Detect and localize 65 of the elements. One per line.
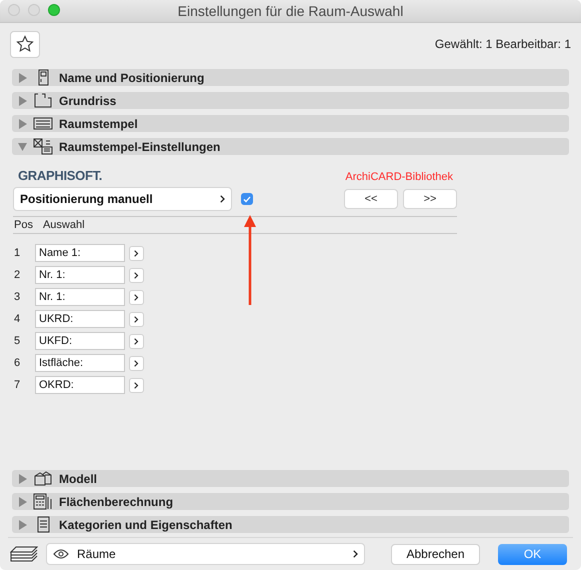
- column-header: Pos: [14, 219, 33, 231]
- position-number: 1: [13, 247, 22, 259]
- chevron-icon: [353, 550, 358, 558]
- selection-field[interactable]: Name 1:: [35, 244, 125, 262]
- layer-dropdown[interactable]: Räume: [46, 543, 365, 565]
- chevron-icon: [134, 382, 139, 388]
- chevron-icon: [134, 294, 139, 300]
- section-header[interactable]: Modell: [12, 470, 569, 487]
- select-button[interactable]: [129, 312, 144, 326]
- chevron-icon: [220, 195, 225, 203]
- expand-icon: [18, 520, 27, 530]
- layers-icon: [10, 546, 38, 562]
- selection-field[interactable]: UKFD:: [35, 332, 125, 350]
- select-button[interactable]: [129, 378, 144, 392]
- calculator-icon: [33, 493, 53, 510]
- select-button[interactable]: [129, 356, 144, 370]
- expand-icon: [18, 72, 27, 82]
- window-title: Einstellungen für die Raum-Auswahl: [178, 3, 404, 19]
- selection-field[interactable]: Nr. 1:: [35, 266, 125, 284]
- chevron-icon: [134, 272, 139, 278]
- section-header[interactable]: Flächenberechnung: [12, 493, 569, 510]
- position-number: 2: [13, 269, 22, 281]
- selection-field[interactable]: UKRD:: [35, 310, 125, 328]
- selection-field[interactable]: Nr. 1:: [35, 288, 125, 306]
- eye-icon: [53, 549, 69, 559]
- section-header[interactable]: Name und Positionierung: [12, 69, 569, 86]
- selection-field[interactable]: Istfläche:: [35, 354, 125, 372]
- positioning-dropdown[interactable]: Positionierung manuell: [13, 187, 232, 211]
- section-header[interactable]: Raumstempel: [12, 115, 569, 132]
- stamp-settings-icon: [33, 138, 53, 155]
- expand-icon: [18, 474, 27, 484]
- position-number: 7: [13, 379, 22, 391]
- library-label: ArchiCARD-Bibliothek: [345, 171, 453, 183]
- section-header[interactable]: Kategorien und Eigenschaften: [12, 516, 569, 533]
- chevron-icon: [134, 360, 139, 366]
- expand-icon: [18, 96, 27, 106]
- favorites-button[interactable]: [10, 30, 40, 58]
- select-button[interactable]: [129, 246, 144, 260]
- section-header[interactable]: Raumstempel-Einstellungen: [12, 138, 569, 155]
- previous-button[interactable]: <<: [344, 189, 398, 209]
- cancel-button[interactable]: Abbrechen: [391, 544, 480, 564]
- selection-status: Gewählt: 1 Bearbeitbar: 1: [434, 37, 571, 51]
- select-button[interactable]: [129, 334, 144, 348]
- expand-icon: [18, 496, 27, 506]
- position-number: 5: [13, 335, 22, 347]
- stamp-icon: [33, 115, 53, 132]
- collapse-icon: [18, 142, 27, 152]
- floorplan-icon: [33, 92, 53, 109]
- graphisoft-logo: GRAPHISOFT.: [18, 168, 102, 183]
- boxes-icon: [33, 470, 53, 487]
- star-icon: [16, 35, 34, 53]
- position-number: 4: [13, 313, 22, 325]
- section-header[interactable]: Grundriss: [12, 92, 569, 109]
- selection-field[interactable]: OKRD:: [35, 376, 125, 394]
- next-button[interactable]: >>: [403, 189, 457, 209]
- column-header: Auswahl: [42, 219, 85, 231]
- chevron-icon: [134, 338, 139, 344]
- select-button[interactable]: [129, 290, 144, 304]
- checkbox[interactable]: [241, 193, 253, 205]
- expand-icon: [18, 118, 27, 128]
- select-button[interactable]: [129, 268, 144, 282]
- chevron-icon: [134, 250, 139, 256]
- chevron-icon: [134, 316, 139, 322]
- position-number: 3: [13, 291, 22, 303]
- position-number: 6: [13, 357, 22, 369]
